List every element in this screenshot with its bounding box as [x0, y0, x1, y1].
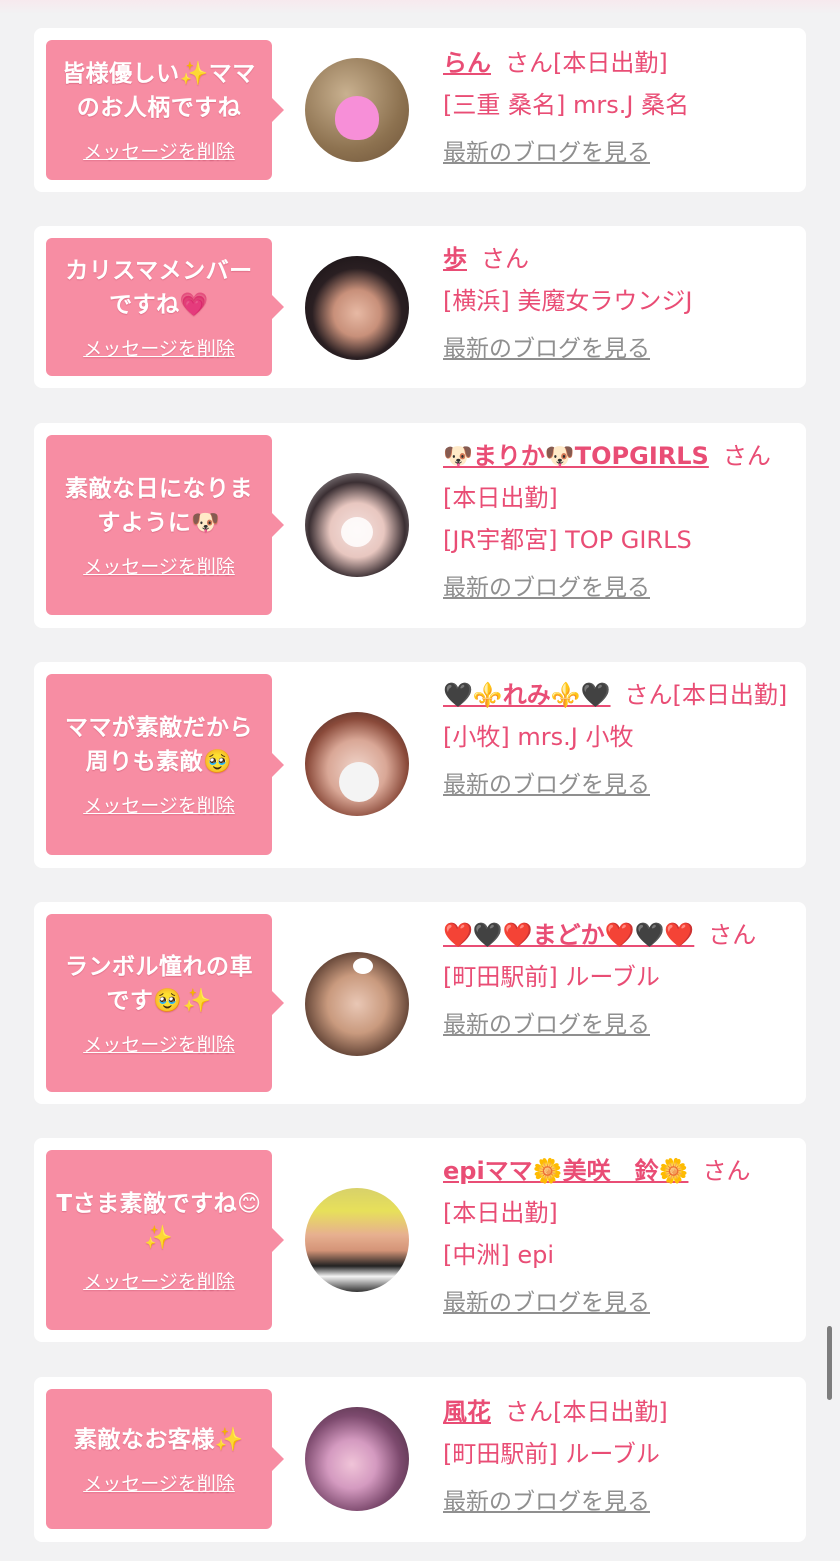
delete-message-link[interactable]: メッセージを削除 — [83, 1030, 235, 1057]
message-bubble: カリスマメンバーですね💗 メッセージを削除 — [46, 238, 284, 376]
message-bubble: 素敵な日になりますように🐶 メッセージを削除 — [46, 435, 284, 615]
latest-blog-link[interactable]: 最新のブログを見る — [443, 1481, 650, 1523]
message-card: カリスマメンバーですね💗 メッセージを削除 歩さん [横浜] 美魔女ラウンジJ … — [34, 226, 806, 388]
cast-name-link[interactable]: 🖤⚜️れみ⚜️🖤 — [443, 681, 611, 709]
message-text: 素敵なお客様✨ — [73, 1426, 245, 1453]
message-bubble: ママが素敵だから周りも素敵🥹 メッセージを削除 — [46, 674, 284, 855]
delete-message-link[interactable]: メッセージを削除 — [83, 137, 235, 164]
honorific: さん — [481, 245, 529, 273]
latest-blog-link[interactable]: 最新のブログを見る — [443, 1004, 650, 1046]
message-card: 皆様優しい✨ママのお人柄ですね メッセージを削除 らん さん[本日出勤] [三重 … — [34, 28, 806, 192]
shop-name: [JR宇都宮] TOP GIRLS — [443, 526, 692, 554]
message-bubble: Tさま素敵ですね😊✨ メッセージを削除 — [46, 1150, 284, 1330]
heart-sticker-icon — [341, 517, 373, 547]
cast-info: 🐶まりか🐶TOPGIRLS さん[本日出勤] [JR宇都宮] TOP GIRLS … — [443, 435, 793, 609]
attendance-status: [本日出勤] — [553, 1398, 668, 1426]
shop-name: [三重 桑名] mrs.J 桑名 — [443, 91, 690, 119]
delete-message-link[interactable]: メッセージを削除 — [83, 791, 235, 818]
heart-sticker-icon — [335, 96, 379, 140]
message-text: 素敵な日になりますように🐶 — [65, 475, 253, 536]
message-text: Tさま素敵ですね😊✨ — [56, 1190, 262, 1251]
delete-message-link[interactable]: メッセージを削除 — [83, 334, 235, 361]
honorific: さん — [505, 1398, 553, 1426]
latest-blog-link[interactable]: 最新のブログを見る — [443, 132, 650, 174]
scrollbar[interactable] — [827, 1326, 832, 1400]
cast-info: 風花 さん[本日出勤] [町田駅前] ルーブル 最新のブログを見る — [443, 1391, 793, 1523]
message-text: ママが素敵だから周りも素敵🥹 — [65, 715, 253, 775]
cast-info: 🖤⚜️れみ⚜️🖤 さん[本日出勤] [小牧] mrs.J 小牧 最新のブログを見る — [443, 674, 793, 806]
cast-name-link[interactable]: ❤️🖤❤️まどか❤️🖤❤️ — [443, 921, 694, 949]
message-card: 素敵なお客様✨ メッセージを削除 風花 さん[本日出勤] [町田駅前] ルーブル … — [34, 1377, 806, 1542]
latest-blog-link[interactable]: 最新のブログを見る — [443, 764, 650, 806]
cast-name-link[interactable]: 歩 — [443, 245, 467, 273]
shop-name: [横浜] 美魔女ラウンジJ — [443, 287, 693, 315]
attendance-status: [本日出勤] — [443, 484, 558, 512]
cast-name-link[interactable]: らん — [443, 49, 491, 77]
honorific: さん — [505, 49, 553, 77]
honorific: さん — [722, 442, 771, 470]
shop-name: [町田駅前] ルーブル — [443, 963, 660, 991]
delete-message-link[interactable]: メッセージを削除 — [83, 552, 235, 579]
cast-info: ❤️🖤❤️まどか❤️🖤❤️ さん [町田駅前] ルーブル 最新のブログを見る — [443, 914, 793, 1046]
avatar[interactable] — [305, 473, 409, 577]
attendance-status: [本日出勤] — [553, 49, 668, 77]
message-text: ランボル憧れの車です🥹✨ — [65, 953, 253, 1014]
message-card: ランボル憧れの車です🥹✨ メッセージを削除 ❤️🖤❤️まどか❤️🖤❤️ さん [町… — [34, 902, 806, 1104]
latest-blog-link[interactable]: 最新のブログを見る — [443, 567, 650, 609]
latest-blog-link[interactable]: 最新のブログを見る — [443, 328, 650, 370]
message-card: Tさま素敵ですね😊✨ メッセージを削除 epiママ🌼美咲 鈴🌼 さん [本日出勤]… — [34, 1138, 806, 1342]
attendance-status: [本日出勤] — [443, 1199, 558, 1227]
message-card: 素敵な日になりますように🐶 メッセージを削除 🐶まりか🐶TOPGIRLS さん [本… — [34, 423, 806, 628]
heart-sticker-icon — [339, 762, 379, 802]
attendance-status: [本日出勤] — [672, 681, 788, 709]
avatar[interactable] — [305, 58, 409, 162]
top-fade — [0, 0, 840, 14]
message-bubble: ランボル憧れの車です🥹✨ メッセージを削除 — [46, 914, 284, 1092]
cast-info: らん さん[本日出勤] [三重 桑名] mrs.J 桑名 最新のブログを見る — [443, 42, 793, 174]
honorific: さん — [708, 921, 757, 949]
avatar[interactable] — [305, 1407, 409, 1511]
cast-name-link[interactable]: 🐶まりか🐶TOPGIRLS — [443, 442, 709, 470]
message-bubble: 素敵なお客様✨ メッセージを削除 — [46, 1389, 284, 1529]
message-text: 皆様優しい✨ママのお人柄ですね — [62, 60, 256, 121]
shop-name: [小牧] mrs.J 小牧 — [443, 723, 634, 751]
latest-blog-link[interactable]: 最新のブログを見る — [443, 1282, 650, 1324]
message-text: カリスマメンバーですね💗 — [65, 257, 253, 318]
avatar[interactable] — [305, 256, 409, 360]
shop-name: [町田駅前] ルーブル — [443, 1440, 660, 1468]
cast-name-link[interactable]: 風花 — [443, 1398, 491, 1426]
honorific: さん — [702, 1157, 751, 1185]
cast-info: 歩さん [横浜] 美魔女ラウンジJ 最新のブログを見る — [443, 238, 793, 370]
avatar[interactable] — [305, 712, 409, 816]
shop-name: [中洲] epi — [443, 1241, 555, 1269]
delete-message-link[interactable]: メッセージを削除 — [83, 1267, 235, 1294]
avatar[interactable] — [305, 952, 409, 1056]
delete-message-link[interactable]: メッセージを削除 — [83, 1469, 235, 1496]
message-card: ママが素敵だから周りも素敵🥹 メッセージを削除 🖤⚜️れみ⚜️🖤 さん[本日出勤]… — [34, 662, 806, 868]
cast-name-link[interactable]: epiママ🌼美咲 鈴🌼 — [443, 1157, 688, 1185]
heart-sticker-icon — [353, 958, 373, 974]
message-bubble: 皆様優しい✨ママのお人柄ですね メッセージを削除 — [46, 40, 284, 180]
honorific: さん — [624, 681, 673, 709]
avatar[interactable] — [305, 1188, 409, 1292]
cast-info: epiママ🌼美咲 鈴🌼 さん [本日出勤] [中洲] epi 最新のブログを見る — [443, 1150, 793, 1324]
